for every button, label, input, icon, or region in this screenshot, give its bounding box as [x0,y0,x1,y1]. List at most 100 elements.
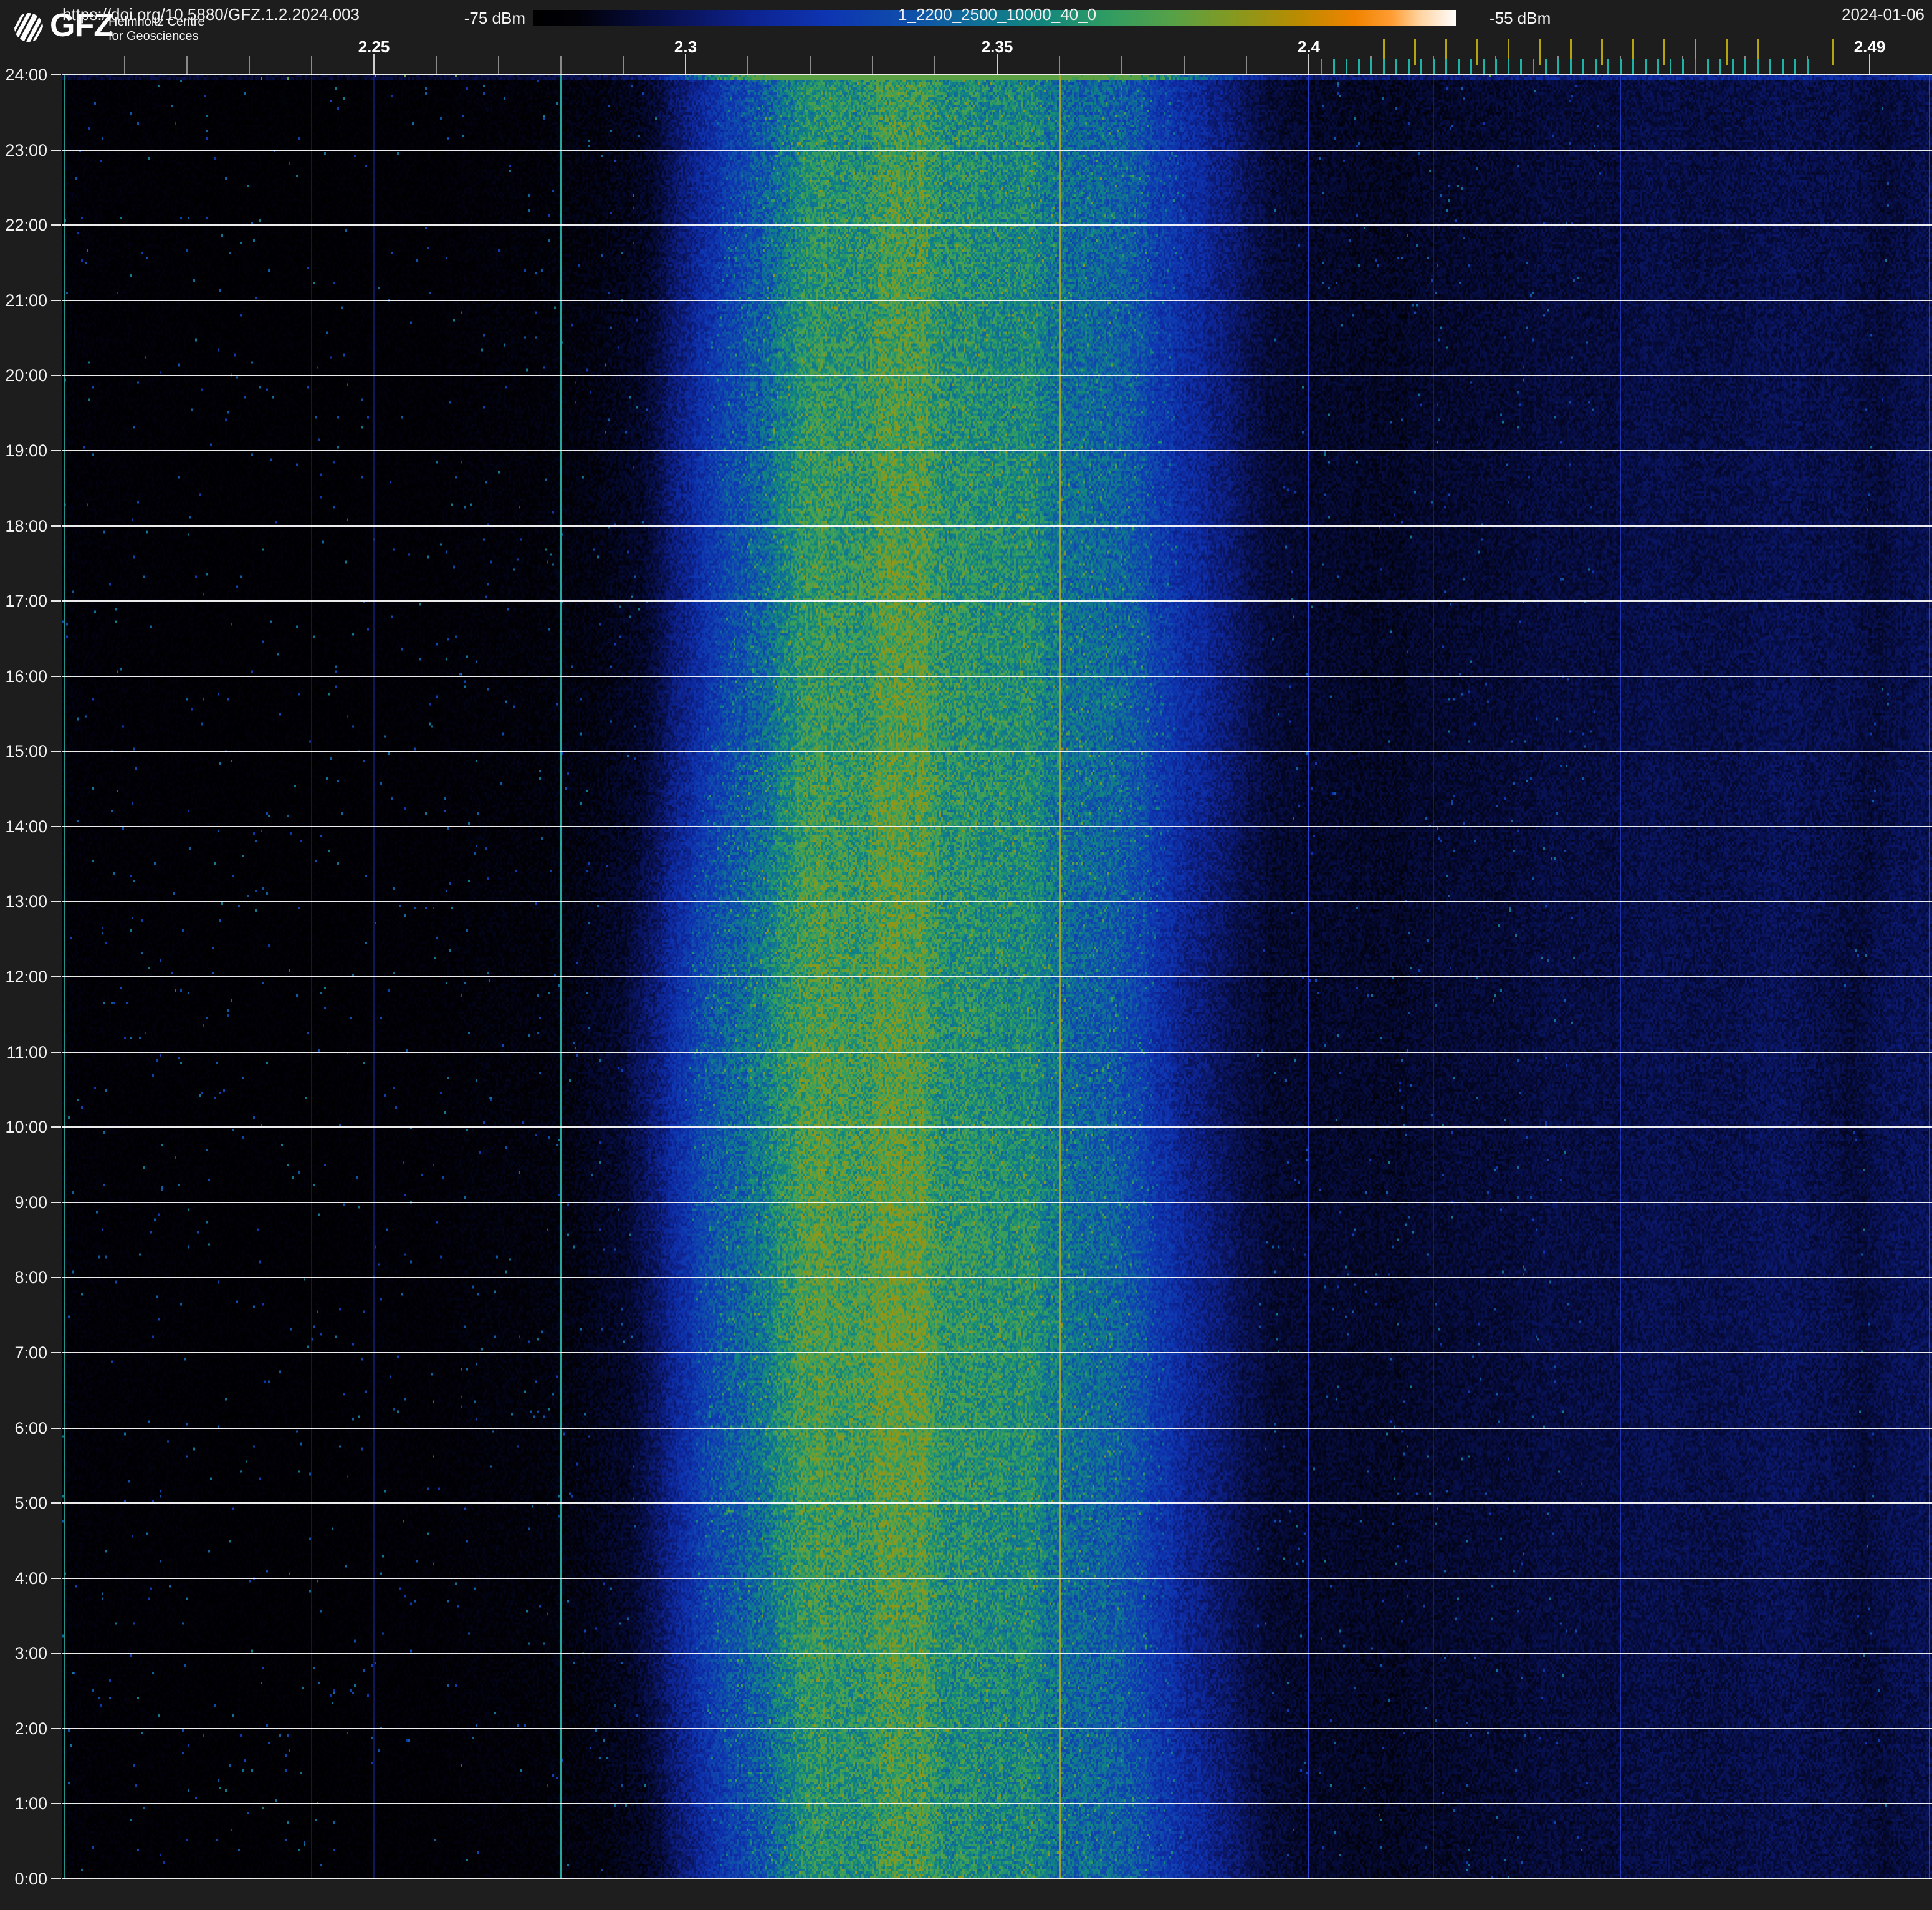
ble-channel-tick [1769,59,1771,75]
dataset-id: 1_2200_2500_10000_40_0 [62,5,1932,24]
time-tick [51,676,61,677]
ble-channel-tick [1470,59,1472,75]
hour-gridline [62,826,1932,827]
time-axis-label: 21:00 [0,291,47,310]
hour-gridline [62,976,1932,977]
time-tick [51,74,61,75]
hour-gridline [62,74,1932,75]
ble-channel-tick [1570,59,1572,75]
time-tick [51,1502,61,1504]
time-axis-label: 1:00 [0,1794,47,1813]
ble-channel-tick [1707,59,1709,75]
time-tick [51,1878,61,1879]
spectrogram-page: GFZ Helmholtz Centre for Geosciences -75… [0,0,1932,1910]
hour-gridline [62,1728,1932,1729]
hour-gridline [62,525,1932,527]
ble-channel-tick [1395,59,1397,75]
ble-channel-tick [1445,59,1447,75]
time-axis-label: 20:00 [0,366,47,385]
time-axis-label: 9:00 [0,1193,47,1212]
time-axis-label: 24:00 [0,65,47,84]
freq-axis-label: 2.49 [1832,37,1907,56]
ble-channel-tick [1732,59,1734,75]
hour-gridline [62,901,1932,902]
time-tick [51,1052,61,1053]
ble-channel-tick [1420,59,1422,75]
ble-channel-tick [1607,59,1609,75]
freq-tick-minor [1121,56,1122,75]
freq-axis-label: 2.25 [337,37,411,56]
hour-gridline [62,1428,1932,1429]
footer-bar [0,1880,1932,1910]
time-tick [51,375,61,376]
ble-channel-tick [1358,59,1360,75]
time-tick [51,1428,61,1429]
freq-axis-label: 2.4 [1271,37,1346,56]
ble-channel-tick [1695,59,1696,75]
ble-channel-tick [1321,59,1322,75]
freq-tick-major [685,54,686,75]
hour-gridline [62,1352,1932,1353]
ble-channel-tick [1744,59,1746,75]
hour-gridline [62,1277,1932,1278]
time-axis-label: 22:00 [0,216,47,234]
hour-gridline [62,751,1932,752]
ble-channel-tick [1433,59,1435,75]
time-axis-label: 6:00 [0,1419,47,1437]
ble-channel-tick [1545,59,1547,75]
freq-axis-label: 2.3 [648,37,723,56]
hour-gridline [62,1653,1932,1654]
ble-channel-tick [1533,59,1534,75]
ble-channel-tick [1595,59,1597,75]
time-tick [51,1277,61,1278]
freq-tick-minor [436,56,437,75]
freq-tick-major [373,54,375,75]
time-tick [51,1653,61,1654]
hour-gridline [62,224,1932,226]
time-tick [51,525,61,527]
freq-tick-major [997,54,998,75]
time-axis-label: 13:00 [0,892,47,911]
time-tick [51,1578,61,1579]
ble-channel-tick [1582,59,1584,75]
freq-tick-minor [934,56,935,75]
time-axis-label: 4:00 [0,1569,47,1588]
org-name-line2: for Geosciences [108,29,205,44]
time-tick [51,1202,61,1203]
ble-channel-tick [1370,59,1372,75]
freq-tick-minor [1059,56,1060,75]
gfz-logo-icon [14,12,44,42]
time-tick [51,976,61,977]
time-tick [51,1803,61,1804]
freq-tick-minor [1246,56,1247,75]
time-axis-label: 11:00 [0,1043,47,1062]
ble-channel-tick [1782,59,1784,75]
ble-channel-tick [1620,59,1622,75]
hour-gridline [62,1126,1932,1128]
hour-gridline [62,1202,1932,1203]
ble-channel-tick [1645,59,1647,75]
ble-channel-tick [1807,59,1809,75]
hour-gridline [62,1803,1932,1804]
ble-channel-tick [1520,59,1522,75]
wifi-channel-tick [1726,39,1728,65]
hour-gridline [62,1502,1932,1504]
wifi-channel-tick [1832,39,1834,65]
time-axis-label: 3:00 [0,1644,47,1663]
freq-tick-minor [311,56,312,75]
time-axis-label: 7:00 [0,1343,47,1362]
time-axis-label: 12:00 [0,967,47,986]
ble-channel-tick [1719,59,1721,75]
freq-tick-minor [498,56,499,75]
freq-tick-minor [810,56,811,75]
freq-tick-minor [1184,56,1185,75]
hour-gridline [62,300,1932,301]
date-label: 2024-01-06 [1842,5,1925,24]
time-tick [51,300,61,301]
wifi-channel-tick [1663,39,1665,65]
ble-channel-tick [1408,59,1410,75]
ble-channel-tick [1757,59,1759,75]
hour-gridline [62,450,1932,451]
ble-channel-tick [1670,59,1671,75]
ble-channel-tick [1346,59,1347,75]
